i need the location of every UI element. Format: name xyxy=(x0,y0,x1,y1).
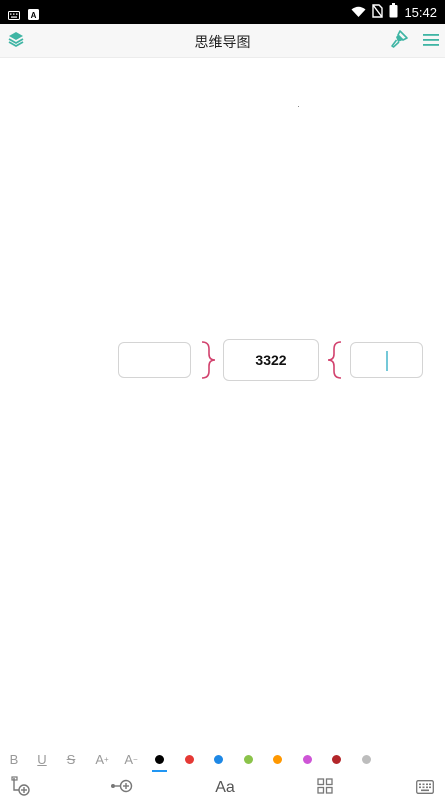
add-sibling-node-button[interactable] xyxy=(110,778,134,798)
left-brace-connector xyxy=(201,341,216,379)
color-swatch[interactable] xyxy=(243,755,253,764)
bold-label: B xyxy=(9,751,19,767)
text-style-label: Aa xyxy=(215,779,235,796)
right-topic-node-editing[interactable] xyxy=(350,342,423,378)
app-bar: 思维导图 xyxy=(0,24,445,58)
brush-icon xyxy=(389,29,409,53)
bottom-toolbar: Aa xyxy=(0,774,445,800)
mind-map-canvas[interactable]: 3322 xyxy=(0,59,445,745)
text-caret xyxy=(386,351,388,371)
brush-button[interactable] xyxy=(386,28,412,54)
keyboard-status-icon xyxy=(8,5,20,24)
keyboard-toggle-button[interactable] xyxy=(415,778,435,798)
add-child-node-icon xyxy=(11,776,31,800)
decrease-font-button[interactable]: A − xyxy=(119,749,143,769)
status-time: 15:42 xyxy=(404,5,437,20)
battery-icon xyxy=(389,3,398,22)
color-swatch[interactable] xyxy=(184,755,194,764)
sim-off-icon xyxy=(372,3,384,22)
text-format-bar: B U S A + A − xyxy=(0,745,445,773)
central-topic-node[interactable]: 3322 xyxy=(223,339,319,381)
layout-grid-icon xyxy=(317,778,333,798)
wifi-icon xyxy=(351,3,366,22)
strikethrough-button[interactable]: S xyxy=(61,749,81,769)
canvas-dot xyxy=(298,106,299,107)
text-style-button[interactable]: Aa xyxy=(213,778,237,798)
color-swatch[interactable] xyxy=(302,755,312,764)
bold-button[interactable]: B xyxy=(4,749,24,769)
strikethrough-label: S xyxy=(66,751,76,767)
left-topic-node[interactable] xyxy=(118,342,191,378)
selected-color-indicator xyxy=(152,770,167,772)
color-swatch[interactable] xyxy=(214,755,223,764)
increase-font-sign: + xyxy=(104,754,109,764)
add-child-node-button[interactable] xyxy=(10,776,32,800)
color-swatch[interactable] xyxy=(361,755,371,764)
color-swatch[interactable] xyxy=(155,755,164,764)
menu-icon xyxy=(423,32,439,51)
decrease-font-label: A xyxy=(124,751,133,767)
color-swatch[interactable] xyxy=(332,755,341,764)
layout-button[interactable] xyxy=(315,778,335,798)
svg-text:A: A xyxy=(31,11,37,20)
increase-font-label: A xyxy=(95,751,104,767)
menu-button[interactable] xyxy=(418,28,444,54)
page-title: 思维导图 xyxy=(194,35,251,51)
keyboard-icon xyxy=(416,779,434,798)
right-brace-connector xyxy=(327,341,342,379)
increase-font-button[interactable]: A + xyxy=(90,749,114,769)
color-swatch[interactable] xyxy=(273,755,282,764)
central-topic-text: 3322 xyxy=(255,352,287,368)
decrease-font-sign: − xyxy=(133,754,138,764)
underline-label: U xyxy=(37,751,47,767)
add-sibling-node-icon xyxy=(110,778,134,798)
status-bar: A 15:42 xyxy=(0,0,445,24)
a-badge-icon: A xyxy=(28,5,39,24)
underline-button[interactable]: U xyxy=(32,749,52,769)
